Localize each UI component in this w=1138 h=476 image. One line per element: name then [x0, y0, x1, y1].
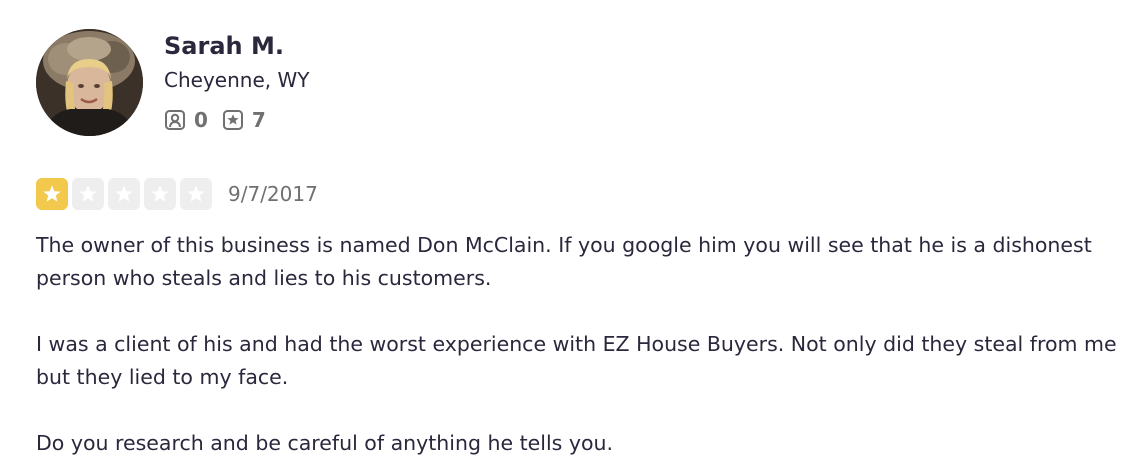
star-icon [187, 185, 205, 202]
rating-row: 9/7/2017 [36, 177, 318, 211]
star-empty [144, 178, 176, 210]
avatar-photo [36, 29, 143, 136]
review-text: The owner of this business is named Don … [36, 229, 1131, 460]
review-date: 9/7/2017 [228, 182, 318, 206]
star-icon [43, 185, 61, 202]
review-paragraph: Do you research and be careful of anythi… [36, 431, 614, 455]
star-empty [72, 178, 104, 210]
friends-count: 0 [194, 108, 208, 132]
reviewer-avatar[interactable] [36, 29, 143, 136]
star-empty [108, 178, 140, 210]
star-empty [180, 178, 212, 210]
friends-icon [165, 110, 185, 130]
review-paragraph: The owner of this business is named Don … [36, 233, 1092, 290]
star-icon [151, 185, 169, 202]
reviewer-location: Cheyenne, WY [164, 68, 310, 92]
review-star-icon [222, 110, 243, 130]
star-rating [36, 178, 216, 210]
reviews-count: 7 [251, 108, 266, 132]
reviewer-stats: 0 7 [164, 106, 266, 134]
reviews-stat: 7 [222, 108, 266, 132]
star-filled [36, 178, 68, 210]
reviewer-name[interactable]: Sarah M. [164, 30, 284, 62]
star-icon [79, 185, 97, 202]
star-icon [115, 185, 133, 202]
friends-stat: 0 [164, 108, 208, 132]
review-paragraph: I was a client of his and had the worst … [36, 332, 1117, 389]
